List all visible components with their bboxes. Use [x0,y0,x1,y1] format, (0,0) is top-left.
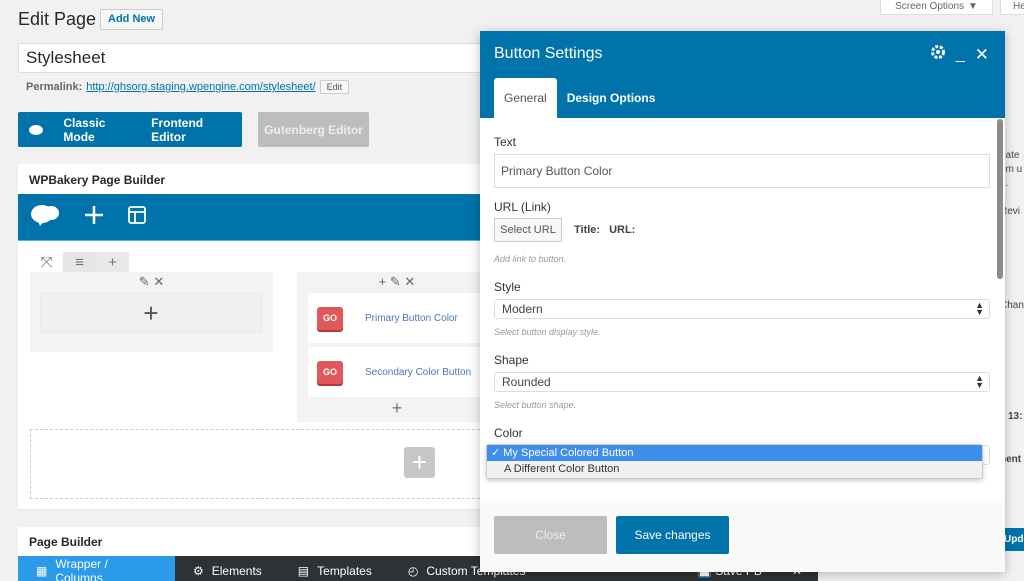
text-input[interactable]: Primary Button Color [494,154,990,188]
delete-x-icon[interactable]: ✕ [153,274,164,289]
shape-label: Shape [494,353,529,367]
column-controls: ✎ ✕ [30,272,273,292]
add-new-button[interactable]: Add New [100,9,164,30]
color-option-selected[interactable]: ✓ My Special Colored Button [487,445,982,461]
templates-icon[interactable] [128,205,146,229]
help-button[interactable]: He [1000,0,1024,15]
row-add-column-icon[interactable]: + [96,252,129,272]
row-fullscreen-icon[interactable]: ⤧ [30,252,63,272]
wpbakery-toolbar [18,194,498,241]
add-element-plus-icon[interactable]: + [40,293,262,333]
minimize-icon[interactable]: _ [956,46,965,64]
modal-body: Text Primary Button Color URL (Link) Sel… [480,118,1005,503]
tab-templates[interactable]: ▤ Templates [280,556,390,581]
modal-header: Button Settings _ ✕ General Design Optio… [480,31,1005,118]
caret-down-icon: ▼ [968,0,978,12]
tab-general[interactable]: General [494,78,557,118]
row-controls: ⤧ ≡ + [30,252,129,272]
save-changes-button[interactable]: Save changes [616,516,729,554]
select-arrows-icon: ▲▼ [975,300,984,317]
column-controls: + ✎ ✕ [297,272,497,292]
modal-footer: Close Save changes [480,503,1005,572]
wpbakery-logo-icon[interactable] [30,203,60,232]
page-title: Edit Page [18,9,97,29]
gear-icon[interactable] [930,44,946,65]
button-element[interactable]: GO Primary Button Color [308,293,497,343]
url-label: URL (Link) [494,200,551,214]
go-button-icon: GO [317,306,343,330]
wpbakery-title: WPBakery Page Builder [29,173,166,187]
url-help: Add link to button. [494,254,567,264]
url-url-label: URL: [609,224,636,236]
shape-help: Select button shape. [494,400,577,410]
color-option[interactable]: A Different Color Button [487,461,982,477]
delete-x-icon[interactable]: ✕ [404,274,415,289]
add-element-plus-icon[interactable]: + [297,398,497,419]
permalink-link[interactable]: http://ghsorg.staging.wpengine.com/style… [86,81,315,93]
permalink-label: Permalink: [26,81,83,93]
style-help: Select button display style. [494,327,601,337]
empty-row-dropzone: + [30,429,500,499]
tab-design-options[interactable]: Design Options [557,78,666,118]
row-drag-handle-icon[interactable]: ≡ [63,252,96,272]
screen-options-button[interactable]: Screen Options ▼ [880,0,993,15]
color-label: Color [494,426,523,440]
style-select[interactable]: Modern ▲ ▼ [494,299,990,319]
column-1: ✎ ✕ + [30,272,273,352]
tab-elements[interactable]: ⚙ Elements [175,556,280,581]
modal-title: Button Settings [494,45,603,62]
custom-templates-icon: ◴ [407,564,419,578]
classic-mode-button[interactable]: Classic Mode [54,116,142,144]
url-title-label: Title: [574,224,601,236]
shape-select[interactable]: Rounded ▲ ▼ [494,372,990,392]
close-button[interactable]: Close [494,516,607,554]
column-2: + ✎ ✕ GO Primary Button Color GO Seconda… [297,272,497,422]
frontend-editor-button[interactable]: Frontend Editor [142,116,242,144]
button-settings-modal: Button Settings _ ✕ General Design Optio… [480,31,1005,572]
elements-icon: ⚙ [193,564,204,578]
select-url-button[interactable]: Select URL [494,218,562,242]
edit-pencil-icon[interactable]: ✎ [139,274,150,289]
templates-icon: ▤ [297,564,310,578]
wpbakery-panel: WPBakery Page Builder ⤧ ≡ + ✎ ✕ + + ✎ ✕ … [18,164,500,509]
style-label: Style [494,280,521,294]
go-button-icon: GO [317,360,343,384]
add-element-icon[interactable] [84,205,104,230]
add-plus-icon[interactable]: + [379,274,387,289]
text-label: Text [494,135,517,149]
close-icon[interactable]: ✕ [975,45,989,65]
element-label: Primary Button Color [365,312,458,324]
gutenberg-editor-button[interactable]: Gutenberg Editor [258,112,369,147]
button-element[interactable]: GO Secondary Color Button [308,347,497,397]
element-label: Secondary Color Button [365,366,472,378]
columns-icon: ▦ [36,564,48,578]
select-arrows-icon: ▲▼ [975,373,984,390]
editor-mode-bar: Classic Mode Frontend Editor [18,112,242,147]
tab-wrapper-columns[interactable]: ▦ Wrapper / Columns [18,556,175,581]
scrollbar[interactable] [997,119,1003,279]
add-row-button[interactable]: + [404,447,435,478]
post-title-input[interactable]: Stylesheet [18,43,488,73]
permalink: Permalink: http://ghsorg.staging.wpengin… [26,80,350,94]
edit-pencil-icon[interactable]: ✎ [390,274,401,289]
permalink-edit-button[interactable]: Edit [319,80,350,94]
color-dropdown: ✓ My Special Colored Button A Different … [486,444,983,479]
wpbakery-logo-icon [18,124,54,136]
